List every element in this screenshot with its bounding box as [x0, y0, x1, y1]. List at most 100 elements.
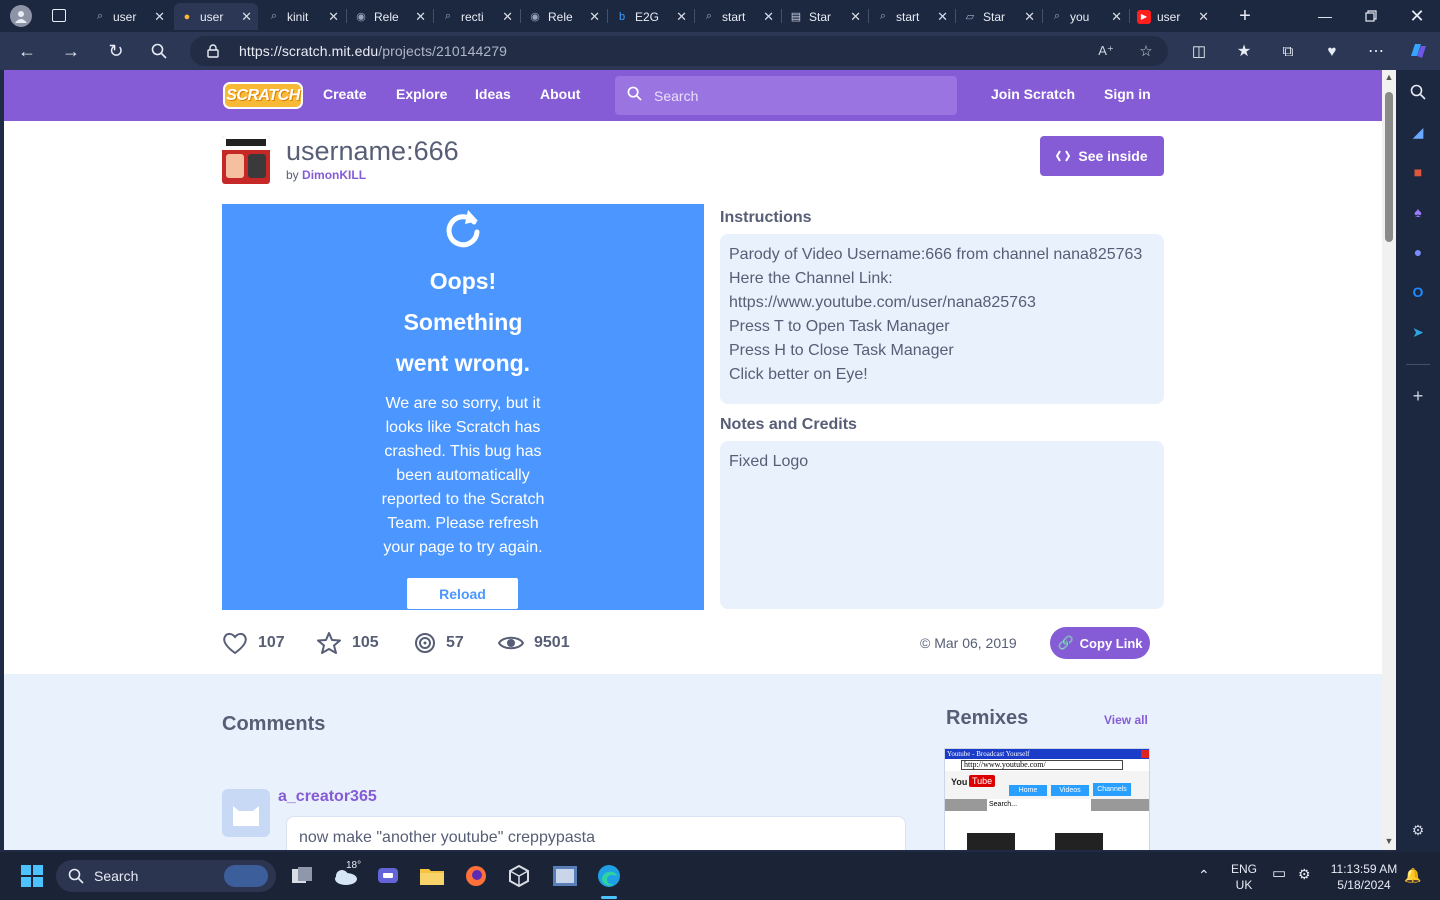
- browser-tab[interactable]: ● user ✕: [174, 3, 258, 30]
- join-scratch-link[interactable]: Join Scratch: [991, 86, 1075, 102]
- scrollbar-thumb[interactable]: [1385, 92, 1393, 242]
- tab-close-icon[interactable]: ✕: [850, 9, 861, 25]
- browser-tab[interactable]: ⌕ you ✕: [1044, 3, 1128, 30]
- browser-tab[interactable]: ◉ Rele ✕: [522, 3, 606, 30]
- tab-actions-icon[interactable]: [52, 9, 66, 22]
- scroll-down-arrow-icon[interactable]: ▼: [1384, 836, 1394, 846]
- back-button[interactable]: ←: [14, 39, 40, 63]
- comment-username[interactable]: a_creator365: [278, 788, 377, 806]
- browser-tab[interactable]: ◉ Rele ✕: [348, 3, 432, 30]
- games-icon[interactable]: ♠: [1408, 202, 1428, 222]
- tab-close-icon[interactable]: ✕: [415, 9, 426, 25]
- minimize-button[interactable]: —: [1302, 0, 1348, 32]
- restore-button[interactable]: [1348, 0, 1394, 32]
- nav-create[interactable]: Create: [323, 86, 367, 102]
- language-code: ENG: [1230, 862, 1257, 876]
- reload-button[interactable]: Reload: [407, 578, 518, 609]
- show-hidden-icons-chevron-icon[interactable]: ⌃: [1198, 867, 1210, 883]
- copy-link-button[interactable]: 🔗 Copy Link: [1050, 627, 1150, 659]
- tab-close-icon[interactable]: ✕: [154, 9, 165, 25]
- profile-avatar[interactable]: [10, 5, 32, 27]
- page-scrollbar[interactable]: ▲ ▼: [1382, 70, 1396, 850]
- nav-ideas[interactable]: Ideas: [475, 86, 511, 102]
- teams-chat-icon[interactable]: [374, 862, 402, 890]
- lock-icon[interactable]: [206, 44, 220, 58]
- edge-browser-icon[interactable]: [595, 862, 623, 890]
- url-text[interactable]: https://scratch.mit.edu/projects/2101442…: [239, 43, 507, 59]
- windows-start-icon[interactable]: [18, 862, 46, 890]
- read-aloud-icon[interactable]: A⁺: [1096, 41, 1116, 61]
- view-all-remixes-link[interactable]: View all: [1104, 713, 1148, 727]
- project-thumbnail[interactable]: [222, 136, 270, 184]
- browser-tab[interactable]: ⌕ start ✕: [696, 3, 780, 30]
- browser-tab[interactable]: b E2G ✕: [609, 3, 693, 30]
- more-menu-icon[interactable]: ⋯: [1363, 39, 1389, 63]
- network-volume-icon[interactable]: ⚙: [1298, 866, 1311, 882]
- favorite-star-icon[interactable]: ☆: [1136, 41, 1156, 61]
- file-explorer-icon[interactable]: [418, 862, 446, 890]
- remix-thumbnail[interactable]: Youtube - Broadcast Yourself http://www.…: [944, 748, 1150, 850]
- browser-tab[interactable]: ⌕ kinit ✕: [261, 3, 345, 30]
- sign-in-link[interactable]: Sign in: [1104, 86, 1151, 102]
- forward-button[interactable]: →: [58, 39, 84, 63]
- nav-explore[interactable]: Explore: [396, 86, 447, 102]
- sidebar-search-icon[interactable]: [1408, 82, 1428, 102]
- tools-briefcase-icon[interactable]: ■: [1408, 162, 1428, 182]
- tab-close-icon[interactable]: ✕: [1198, 9, 1209, 25]
- tab-close-icon[interactable]: ✕: [502, 9, 513, 25]
- scratch-search-input[interactable]: Search: [615, 76, 957, 115]
- notification-bell-icon[interactable]: 🔔: [1404, 867, 1421, 883]
- nav-about[interactable]: About: [540, 86, 580, 102]
- browser-tab[interactable]: ⌕ user ✕: [87, 3, 171, 30]
- taskbar-search-box[interactable]: Search: [56, 860, 276, 892]
- collections-icon[interactable]: ⧉: [1275, 39, 1301, 63]
- shopping-tag-icon[interactable]: ◢: [1408, 122, 1428, 142]
- browser-tab[interactable]: ▶ user ✕: [1131, 3, 1215, 30]
- send-icon[interactable]: ➤: [1408, 322, 1428, 342]
- task-view-icon[interactable]: [288, 862, 316, 890]
- tab-close-icon[interactable]: ✕: [1024, 9, 1035, 25]
- tab-close-icon[interactable]: ✕: [937, 9, 948, 25]
- browser-tab[interactable]: ▱ Star ✕: [957, 3, 1041, 30]
- browser-tab[interactable]: ⌕ start ✕: [870, 3, 954, 30]
- tab-separator: [607, 9, 608, 23]
- edge-sidebar: ◢ ■ ♠ ● O ➤ + ⚙: [1396, 70, 1440, 852]
- browser-tab[interactable]: ▤ Star ✕: [783, 3, 867, 30]
- language-indicator[interactable]: ENG UK: [1228, 861, 1260, 893]
- copilot-sidebar-icon[interactable]: ●: [1408, 242, 1428, 262]
- scratch-logo[interactable]: SCRATCH: [223, 82, 303, 109]
- tab-close-icon[interactable]: ✕: [589, 9, 600, 25]
- refresh-button[interactable]: ↻: [103, 39, 129, 63]
- display-icon[interactable]: ▭: [1272, 866, 1286, 882]
- new-tab-button[interactable]: +: [1230, 0, 1260, 32]
- outlook-icon[interactable]: O: [1408, 282, 1428, 302]
- search-icon: ⌕: [270, 10, 278, 22]
- copilot-icon[interactable]: [1405, 39, 1431, 63]
- favorite-stat[interactable]: 105: [316, 631, 379, 655]
- tab-close-icon[interactable]: ✕: [763, 9, 774, 25]
- firefox-icon[interactable]: [462, 862, 490, 890]
- author-link[interactable]: DimonKILL: [302, 168, 366, 182]
- browser-essentials-icon[interactable]: ♥: [1319, 39, 1345, 63]
- tab-close-icon[interactable]: ✕: [328, 9, 339, 25]
- address-bar[interactable]: https://scratch.mit.edu/projects/2101442…: [190, 36, 1168, 66]
- love-stat[interactable]: 107: [222, 631, 285, 655]
- favorites-icon[interactable]: ★: [1231, 39, 1257, 63]
- add-sidebar-app-icon[interactable]: +: [1408, 386, 1428, 406]
- tab-close-icon[interactable]: ✕: [241, 9, 252, 25]
- tab-close-icon[interactable]: ✕: [1111, 9, 1122, 25]
- browser-tab[interactable]: ⌕ recti ✕: [435, 3, 519, 30]
- remix-stat: 57: [414, 631, 464, 655]
- search-button[interactable]: [146, 39, 172, 63]
- tab-label: Rele: [548, 9, 573, 24]
- tab-close-icon[interactable]: ✕: [676, 9, 687, 25]
- windows-2000-app-icon[interactable]: [551, 862, 579, 890]
- scroll-up-arrow-icon[interactable]: ▲: [1384, 72, 1394, 82]
- see-inside-button[interactable]: See inside: [1040, 136, 1164, 176]
- sidebar-settings-icon[interactable]: ⚙: [1408, 820, 1428, 840]
- split-screen-icon[interactable]: ◫: [1186, 39, 1212, 63]
- clock[interactable]: 11:13:59 AM 5/18/2024: [1326, 861, 1402, 893]
- avatar[interactable]: [222, 789, 270, 837]
- virtualbox-icon[interactable]: [505, 862, 533, 890]
- close-window-button[interactable]: ✕: [1394, 0, 1440, 32]
